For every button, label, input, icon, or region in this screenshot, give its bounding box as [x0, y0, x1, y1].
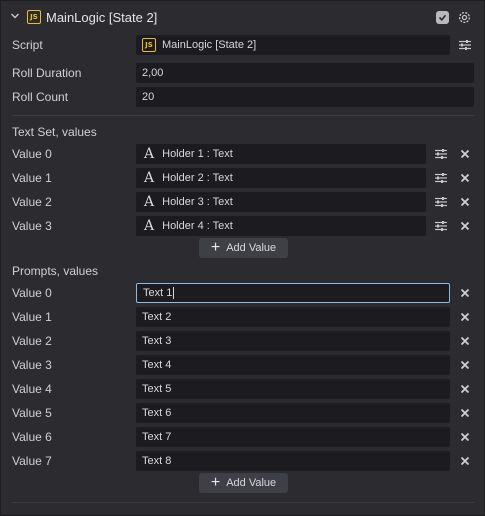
prompt-value: Text 4	[142, 359, 172, 371]
text-set-value-label: Value 2	[12, 195, 52, 209]
roll-duration-label: Roll Duration	[12, 66, 82, 80]
remove-icon[interactable]	[460, 312, 470, 322]
remove-icon[interactable]	[460, 360, 470, 370]
prompt-value-input[interactable]: Text 6	[136, 403, 450, 423]
text-set-value-label: Value 0	[12, 147, 52, 161]
remove-icon[interactable]	[460, 197, 470, 207]
prompt-value-label: Value 6	[12, 430, 52, 444]
remove-icon[interactable]	[460, 149, 470, 159]
prompt-value-input[interactable]: Text 8	[136, 451, 450, 471]
gear-icon[interactable]	[457, 10, 472, 25]
text-set-value: Holder 1 : Text	[162, 148, 233, 160]
prompt-value-input[interactable]: Text 7	[136, 427, 450, 447]
prompt-value-label: Value 4	[12, 382, 52, 396]
prompts-title: Prompts, values	[12, 264, 99, 278]
prompt-value: Text 6	[142, 407, 172, 419]
remove-icon[interactable]	[460, 456, 470, 466]
divider	[12, 502, 474, 503]
add-value-button[interactable]: + Add Value	[199, 473, 288, 493]
prompt-value: Text 5	[142, 383, 172, 395]
roll-count-label: Roll Count	[12, 90, 69, 104]
text-set-value-label: Value 3	[12, 219, 52, 233]
remove-icon[interactable]	[460, 384, 470, 394]
prompt-value-label: Value 0	[12, 286, 52, 300]
text-holder-icon: A	[144, 194, 155, 210]
remove-icon[interactable]	[460, 173, 470, 183]
add-value-label: Add Value	[226, 477, 277, 489]
text-set-value: Holder 3 : Text	[162, 196, 233, 208]
text-holder-icon: A	[144, 146, 155, 162]
component-header: JS MainLogic [State 2]	[1, 1, 484, 33]
prompt-value-input[interactable]: Text 5	[136, 379, 450, 399]
tune-icon[interactable]	[435, 221, 447, 231]
text-set-value-field[interactable]: A Holder 3 : Text	[136, 192, 426, 212]
script-label: Script	[12, 38, 43, 52]
remove-icon[interactable]	[460, 408, 470, 418]
text-set-value-field[interactable]: A Holder 1 : Text	[136, 144, 426, 164]
prompt-value-input[interactable]: Text 4	[136, 355, 450, 375]
roll-count-value: 20	[142, 91, 155, 103]
roll-duration-input[interactable]: 2,00	[136, 63, 474, 83]
text-set-value-label: Value 1	[12, 171, 52, 185]
js-file-icon: JS	[142, 38, 156, 52]
divider	[12, 115, 474, 116]
prompt-value-label: Value 3	[12, 358, 52, 372]
js-file-icon: JS	[27, 10, 41, 24]
text-holder-icon: A	[144, 218, 155, 234]
component-title: MainLogic [State 2]	[46, 10, 158, 25]
plus-icon: +	[210, 239, 221, 256]
tune-icon[interactable]	[435, 149, 447, 159]
remove-icon[interactable]	[460, 336, 470, 346]
roll-count-input[interactable]: 20	[136, 87, 474, 107]
prompt-value-label: Value 1	[12, 310, 52, 324]
tune-icon[interactable]	[435, 197, 447, 207]
prompt-value-input[interactable]: Text 3	[136, 331, 450, 351]
enabled-checkbox[interactable]	[436, 11, 449, 24]
prompt-value-label: Value 7	[12, 454, 52, 468]
prompt-value-label: Value 2	[12, 334, 52, 348]
prompt-value-input[interactable]: Text 2	[136, 307, 450, 327]
remove-icon[interactable]	[460, 288, 470, 298]
add-value-label: Add Value	[226, 242, 277, 254]
prompt-value-input[interactable]: Text 1	[136, 283, 450, 303]
roll-duration-value: 2,00	[142, 67, 164, 79]
add-value-button[interactable]: + Add Value	[199, 238, 288, 258]
prompt-value: Text 1	[143, 287, 173, 299]
remove-icon[interactable]	[460, 432, 470, 442]
plus-icon: +	[210, 474, 221, 491]
text-set-value: Holder 2 : Text	[162, 172, 233, 184]
text-set-value-field[interactable]: A Holder 4 : Text	[136, 216, 426, 236]
text-set-value-field[interactable]: A Holder 2 : Text	[136, 168, 426, 188]
inspector-panel: JS MainLogic [State 2] Script JS MainLog…	[0, 0, 485, 516]
script-value: MainLogic [State 2]	[162, 39, 257, 51]
text-caret	[173, 287, 175, 299]
text-set-title: Text Set, values	[12, 125, 97, 139]
prompt-value: Text 2	[142, 311, 172, 323]
chevron-down-icon[interactable]	[11, 12, 19, 20]
prompt-value: Text 8	[142, 455, 172, 467]
prompt-value: Text 7	[142, 431, 172, 443]
prompt-value-label: Value 5	[12, 406, 52, 420]
text-holder-icon: A	[144, 170, 155, 186]
script-field[interactable]: JS MainLogic [State 2]	[136, 35, 450, 55]
tune-icon[interactable]	[459, 40, 471, 50]
checkmark-icon	[438, 14, 447, 21]
remove-icon[interactable]	[460, 221, 470, 231]
prompt-value: Text 3	[142, 335, 172, 347]
text-set-value: Holder 4 : Text	[162, 220, 233, 232]
tune-icon[interactable]	[435, 173, 447, 183]
